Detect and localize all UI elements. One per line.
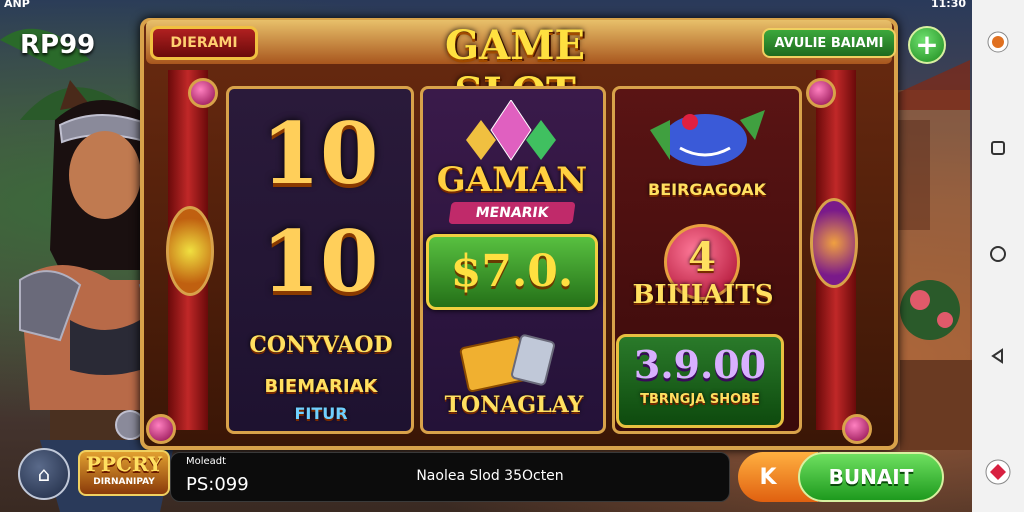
bet-button[interactable]: BUNAIT bbox=[798, 452, 944, 502]
jewel-top-right bbox=[806, 78, 836, 108]
jewel-bottom-right bbox=[842, 414, 872, 444]
reel3-orb-number: 4 bbox=[688, 234, 716, 281]
win-value: 3.9.00 bbox=[633, 342, 767, 387]
system-nav-bar bbox=[972, 0, 1024, 512]
reel3-orb-label: BIIIIAITS bbox=[632, 280, 774, 310]
game-title: GAME SLOT bbox=[445, 22, 585, 116]
add-button[interactable]: + bbox=[908, 26, 946, 64]
jewel-top-left bbox=[188, 78, 218, 108]
app-shortcut-icon[interactable] bbox=[984, 28, 1012, 56]
recents-icon[interactable] bbox=[984, 134, 1012, 162]
brand-badge: PPCRY DIRNANIPAY bbox=[78, 450, 170, 496]
game-shortcut-icon[interactable] bbox=[984, 458, 1012, 486]
reel2-bottom-label: TONAGLAY bbox=[444, 392, 584, 418]
jewel-bottom-left bbox=[146, 414, 176, 444]
left-tag-button[interactable]: DIERAMI bbox=[150, 26, 258, 60]
reel3-top-label: BEIRGAGOAK bbox=[648, 180, 766, 199]
reel2-symbol-title: GAMAN bbox=[436, 160, 588, 200]
info-label: Moleadt bbox=[186, 456, 227, 467]
home-circle-icon[interactable] bbox=[984, 240, 1012, 268]
reel2-symbol-sub: MENARIK bbox=[448, 202, 576, 224]
prize-value: $7.0. bbox=[450, 246, 574, 297]
castle-icon: ⌂ bbox=[37, 462, 51, 486]
brand-badge-top: PPCRY bbox=[85, 452, 163, 476]
brand-badge-bottom: DIRNANIPAY bbox=[93, 477, 155, 487]
right-tag-label: AVULIE BAIAMI bbox=[774, 35, 884, 51]
balance-label: RP99 bbox=[20, 30, 96, 60]
fish-icon bbox=[650, 110, 765, 166]
reel1-top-number: 10 bbox=[261, 104, 379, 203]
reel1-line2: BIEMARIAK bbox=[264, 376, 378, 397]
reel1-line1: CONYVAOD bbox=[249, 332, 393, 358]
right-tag-button[interactable]: AVULIE BAIAMI bbox=[762, 28, 896, 58]
ornament-left bbox=[166, 206, 214, 296]
info-value: PS:099 bbox=[186, 474, 249, 495]
reel1-mid-number: 10 bbox=[261, 212, 379, 311]
info-message: Naolea Slod 35Octen bbox=[416, 468, 564, 484]
back-icon[interactable] bbox=[984, 342, 1012, 370]
reel1-line3: FITUR bbox=[294, 404, 348, 423]
ornament-right bbox=[810, 198, 858, 288]
win-sub-label: TBRNGJA SHOBE bbox=[640, 392, 760, 407]
game-screen: ANP 11:30 RP99 DIERAMI GAME SLOT bbox=[0, 0, 1024, 512]
home-button[interactable]: ⌂ bbox=[18, 448, 70, 500]
waffle-bar-icon bbox=[459, 334, 555, 392]
left-tag-label: DIERAMI bbox=[170, 35, 238, 51]
